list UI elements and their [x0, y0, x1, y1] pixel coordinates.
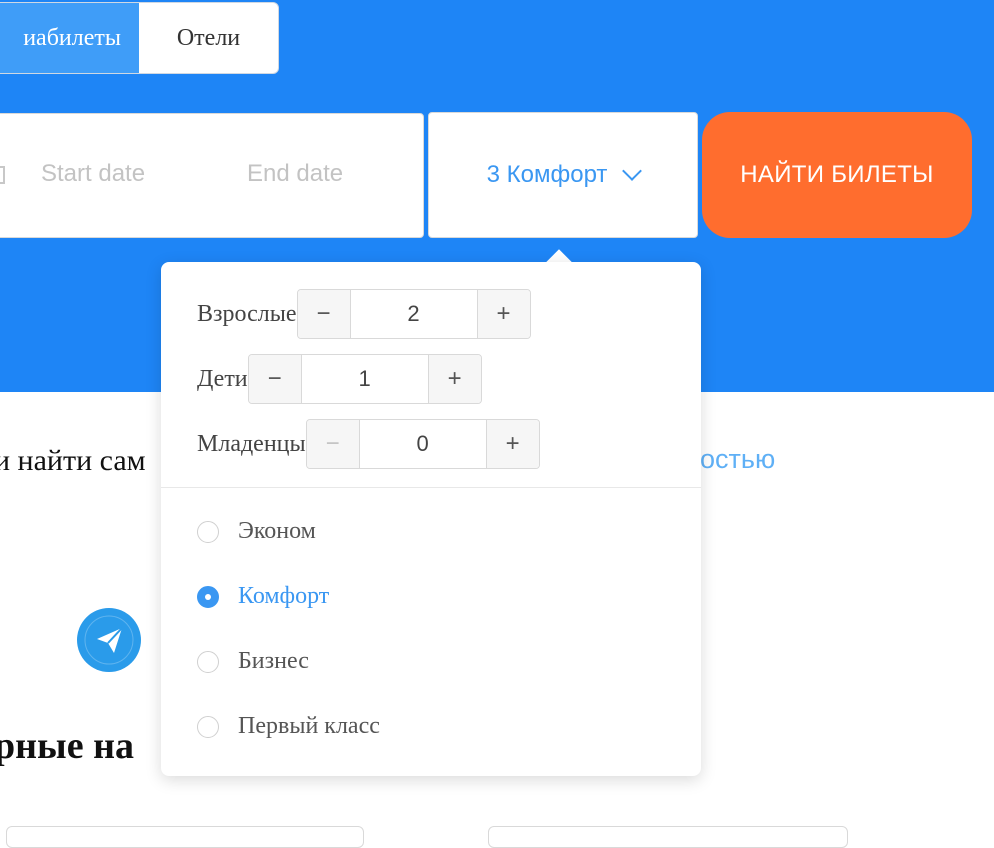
infants-decrement-button[interactable]: −	[306, 420, 359, 468]
radio-economy[interactable]	[197, 520, 219, 543]
class-option-economy[interactable]: Эконом	[197, 518, 316, 545]
adults-label: Взрослые	[197, 300, 297, 327]
class-option-comfort[interactable]: Комфорт	[197, 583, 329, 610]
telegram-icon[interactable]	[77, 608, 141, 672]
passenger-row-adults: Взрослые − 2 +	[197, 289, 531, 339]
promo-link[interactable]: остью	[700, 444, 775, 475]
tab-hotels[interactable]: Отели	[139, 3, 278, 73]
infants-increment-button[interactable]: +	[486, 420, 539, 468]
destination-card[interactable]	[6, 826, 364, 848]
class-option-first[interactable]: Первый класс	[197, 713, 380, 740]
children-value[interactable]: 1	[300, 355, 429, 403]
start-date-input[interactable]	[39, 159, 213, 189]
search-tabs: иабилеты Отели	[0, 2, 279, 74]
date-range-picker[interactable]	[0, 113, 424, 238]
infants-value[interactable]: 0	[358, 420, 487, 468]
class-option-business[interactable]: Бизнес	[197, 648, 309, 675]
tab-flights[interactable]: иабилеты	[0, 3, 139, 73]
class-option-label: Бизнес	[238, 648, 309, 674]
children-increment-button[interactable]: +	[428, 355, 481, 403]
destination-card[interactable]	[488, 826, 848, 848]
radio-first-class[interactable]	[197, 715, 219, 738]
radio-comfort[interactable]	[197, 585, 219, 608]
end-date-input[interactable]	[245, 159, 419, 189]
passengers-class-value: 3 Комфорт	[486, 161, 608, 188]
promo-text: и найти сам	[0, 444, 146, 477]
adults-decrement-button[interactable]: −	[297, 290, 350, 338]
radio-business[interactable]	[197, 650, 219, 673]
search-tickets-button[interactable]: НАЙТИ БИЛЕТЫ	[702, 112, 972, 238]
infants-stepper: − 0 +	[305, 419, 540, 469]
adults-stepper: − 2 +	[296, 289, 531, 339]
children-label: Дети	[197, 365, 248, 392]
children-stepper: − 1 +	[247, 354, 482, 404]
popular-destinations-heading: рные на	[0, 725, 134, 767]
passenger-row-infants: Младенцы − 0 +	[197, 419, 540, 469]
calendar-icon	[0, 166, 5, 184]
chevron-down-icon	[622, 161, 643, 181]
passengers-popup: Взрослые − 2 + Дети − 1 + Младенцы − 0 +…	[161, 262, 701, 776]
adults-increment-button[interactable]: +	[477, 290, 530, 338]
passengers-class-select[interactable]: 3 Комфорт	[428, 112, 698, 238]
children-decrement-button[interactable]: −	[248, 355, 301, 403]
class-option-label: Первый класс	[238, 713, 380, 739]
popup-divider	[161, 487, 701, 488]
infants-label: Младенцы	[197, 430, 306, 457]
class-option-label: Эконом	[238, 518, 316, 544]
adults-value[interactable]: 2	[349, 290, 478, 338]
passenger-row-children: Дети − 1 +	[197, 354, 482, 404]
class-option-label: Комфорт	[238, 583, 330, 609]
